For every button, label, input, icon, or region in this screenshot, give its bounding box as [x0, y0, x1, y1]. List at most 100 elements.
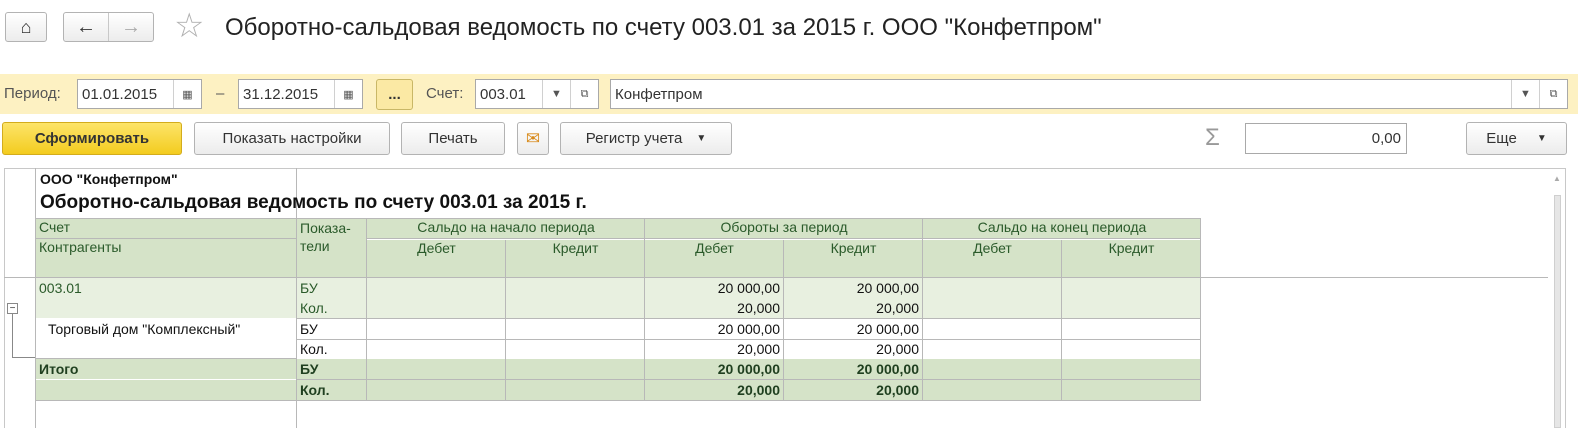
date-from-field[interactable]: 01.01.2015 ▦ — [77, 79, 202, 109]
show-settings-button[interactable]: Показать настройки — [194, 122, 390, 155]
favorite-star-icon[interactable]: ☆ — [174, 8, 204, 44]
row-cell-td[interactable]: 20 000,00 — [645, 319, 784, 339]
generate-button[interactable]: Сформировать — [2, 122, 182, 155]
send-email-button[interactable]: ✉ — [517, 122, 549, 155]
generate-label: Сформировать — [34, 130, 150, 147]
scroll-thumb[interactable] — [1554, 195, 1561, 428]
row-account-cell[interactable]: Торговый дом "Комплексный" — [36, 319, 296, 339]
row-cell-cc[interactable] — [1062, 278, 1201, 298]
col-line — [1200, 219, 1201, 401]
row-account-cell[interactable]: 003.01 — [36, 278, 296, 298]
home-button[interactable]: ⌂ — [5, 12, 47, 42]
row-cell-oc[interactable] — [506, 278, 645, 298]
header-opening: Сальдо на начало периода — [367, 219, 645, 239]
chevron-down-icon[interactable]: ▼ — [542, 80, 570, 108]
row-cell-oc[interactable] — [506, 298, 645, 318]
row-cell-cd[interactable] — [923, 298, 1062, 318]
group-line-end — [12, 357, 36, 358]
row-cell-od[interactable] — [367, 339, 506, 359]
header-account: Счет — [36, 219, 296, 239]
row-cell-oc[interactable] — [506, 319, 645, 339]
row-cell-oc[interactable] — [506, 359, 645, 379]
row-cell-tc[interactable]: 20,000 — [784, 339, 923, 359]
report-heading: Оборотно-сальдовая ведомость по счету 00… — [40, 192, 587, 213]
row-cell-td[interactable]: 20,000 — [645, 339, 784, 359]
row-cell-ind[interactable]: Кол. — [297, 339, 366, 359]
row-cell-ind[interactable]: БУ — [297, 359, 366, 379]
row-cell-tc[interactable]: 20 000,00 — [784, 278, 923, 298]
account-field[interactable]: 003.01 ▼ ⧉ — [475, 79, 599, 109]
header-credit-text: Кредит — [830, 240, 877, 256]
row-cell-cc[interactable] — [1062, 319, 1201, 339]
calendar-icon[interactable]: ▦ — [334, 80, 362, 108]
row-account-cell[interactable] — [36, 298, 296, 318]
row-cell-od[interactable] — [367, 380, 506, 400]
row-account-cell[interactable] — [36, 339, 296, 359]
row-cell-cc[interactable] — [1062, 380, 1201, 400]
header-credit-text: Кредит — [552, 240, 599, 256]
header-indicators-text: Показа- тели — [300, 220, 351, 254]
row-cell-cc[interactable] — [1062, 359, 1201, 379]
row-cell-tc[interactable]: 20 000,00 — [784, 319, 923, 339]
row-cell-cd[interactable] — [923, 278, 1062, 298]
row-cell-cc[interactable] — [1062, 298, 1201, 318]
row-cell-ind[interactable]: БУ — [297, 278, 366, 298]
row-cell-td[interactable]: 20,000 — [645, 380, 784, 400]
organization-field[interactable]: Конфетпром ▼ ⧉ — [610, 79, 1568, 109]
register-button[interactable]: Регистр учета ▼ — [560, 122, 732, 155]
row-cell-cd[interactable] — [923, 339, 1062, 359]
print-button[interactable]: Печать — [401, 122, 505, 155]
back-button[interactable]: ← — [64, 13, 109, 41]
header-account-text: Счет — [39, 219, 70, 235]
envelope-icon: ✉ — [525, 128, 541, 148]
header-opening-debit: Дебет — [367, 240, 506, 277]
home-icon: ⌂ — [20, 16, 32, 37]
forward-button[interactable]: → — [109, 13, 153, 41]
row-cell-cd[interactable] — [923, 319, 1062, 339]
sum-value: 0,00 — [1371, 130, 1401, 147]
col-line — [922, 219, 923, 401]
col-line — [505, 240, 506, 401]
row-cell-td[interactable]: 20 000,00 — [645, 278, 784, 298]
table-bottom-line — [36, 400, 1201, 401]
scroll-up-icon[interactable]: ▲ — [1553, 174, 1561, 183]
col-line — [366, 219, 367, 401]
chevron-down-icon[interactable]: ▼ — [1511, 80, 1539, 108]
row-cell-ind[interactable]: БУ — [297, 319, 366, 339]
show-settings-label: Показать настройки — [222, 130, 362, 147]
header-indicators: Показа- тели — [297, 219, 366, 277]
register-label: Регистр учета — [585, 130, 683, 147]
calendar-icon[interactable]: ▦ — [173, 80, 201, 108]
group-collapse-button[interactable]: − — [7, 303, 18, 314]
more-button[interactable]: Еще ▼ — [1466, 122, 1567, 155]
row-cell-tc[interactable]: 20,000 — [784, 298, 923, 318]
row-cell-tc[interactable]: 20 000,00 — [784, 359, 923, 379]
table-top-line — [36, 218, 1201, 219]
date-from-value: 01.01.2015 — [82, 85, 158, 103]
open-icon[interactable]: ⧉ — [570, 80, 598, 108]
row-cell-od[interactable] — [367, 298, 506, 318]
row-cell-cd[interactable] — [923, 359, 1062, 379]
row-account-cell[interactable]: Итого — [36, 359, 296, 379]
row-cell-oc[interactable] — [506, 380, 645, 400]
period-select-button[interactable]: ... — [376, 79, 413, 110]
open-icon[interactable]: ⧉ — [1539, 80, 1567, 108]
nav-group: ← → — [63, 12, 154, 42]
row-cell-ind[interactable]: Кол. — [297, 298, 366, 318]
row-account-cell[interactable] — [36, 380, 296, 400]
row-cell-od[interactable] — [367, 359, 506, 379]
date-to-field[interactable]: 31.12.2015 ▦ — [238, 79, 363, 109]
row-cell-cd[interactable] — [923, 380, 1062, 400]
row-cell-cc[interactable] — [1062, 339, 1201, 359]
chevron-down-icon: ▼ — [696, 133, 707, 144]
row-cell-td[interactable]: 20,000 — [645, 298, 784, 318]
header-turnover-text: Обороты за период — [720, 219, 848, 235]
row-cell-od[interactable] — [367, 278, 506, 298]
date-to-value: 31.12.2015 — [243, 85, 319, 103]
row-cell-oc[interactable] — [506, 339, 645, 359]
row-cell-od[interactable] — [367, 319, 506, 339]
report-org: ООО "Конфетпром" — [40, 171, 178, 187]
row-cell-tc[interactable]: 20,000 — [784, 380, 923, 400]
row-cell-td[interactable]: 20 000,00 — [645, 359, 784, 379]
row-cell-ind[interactable]: Кол. — [297, 380, 366, 400]
